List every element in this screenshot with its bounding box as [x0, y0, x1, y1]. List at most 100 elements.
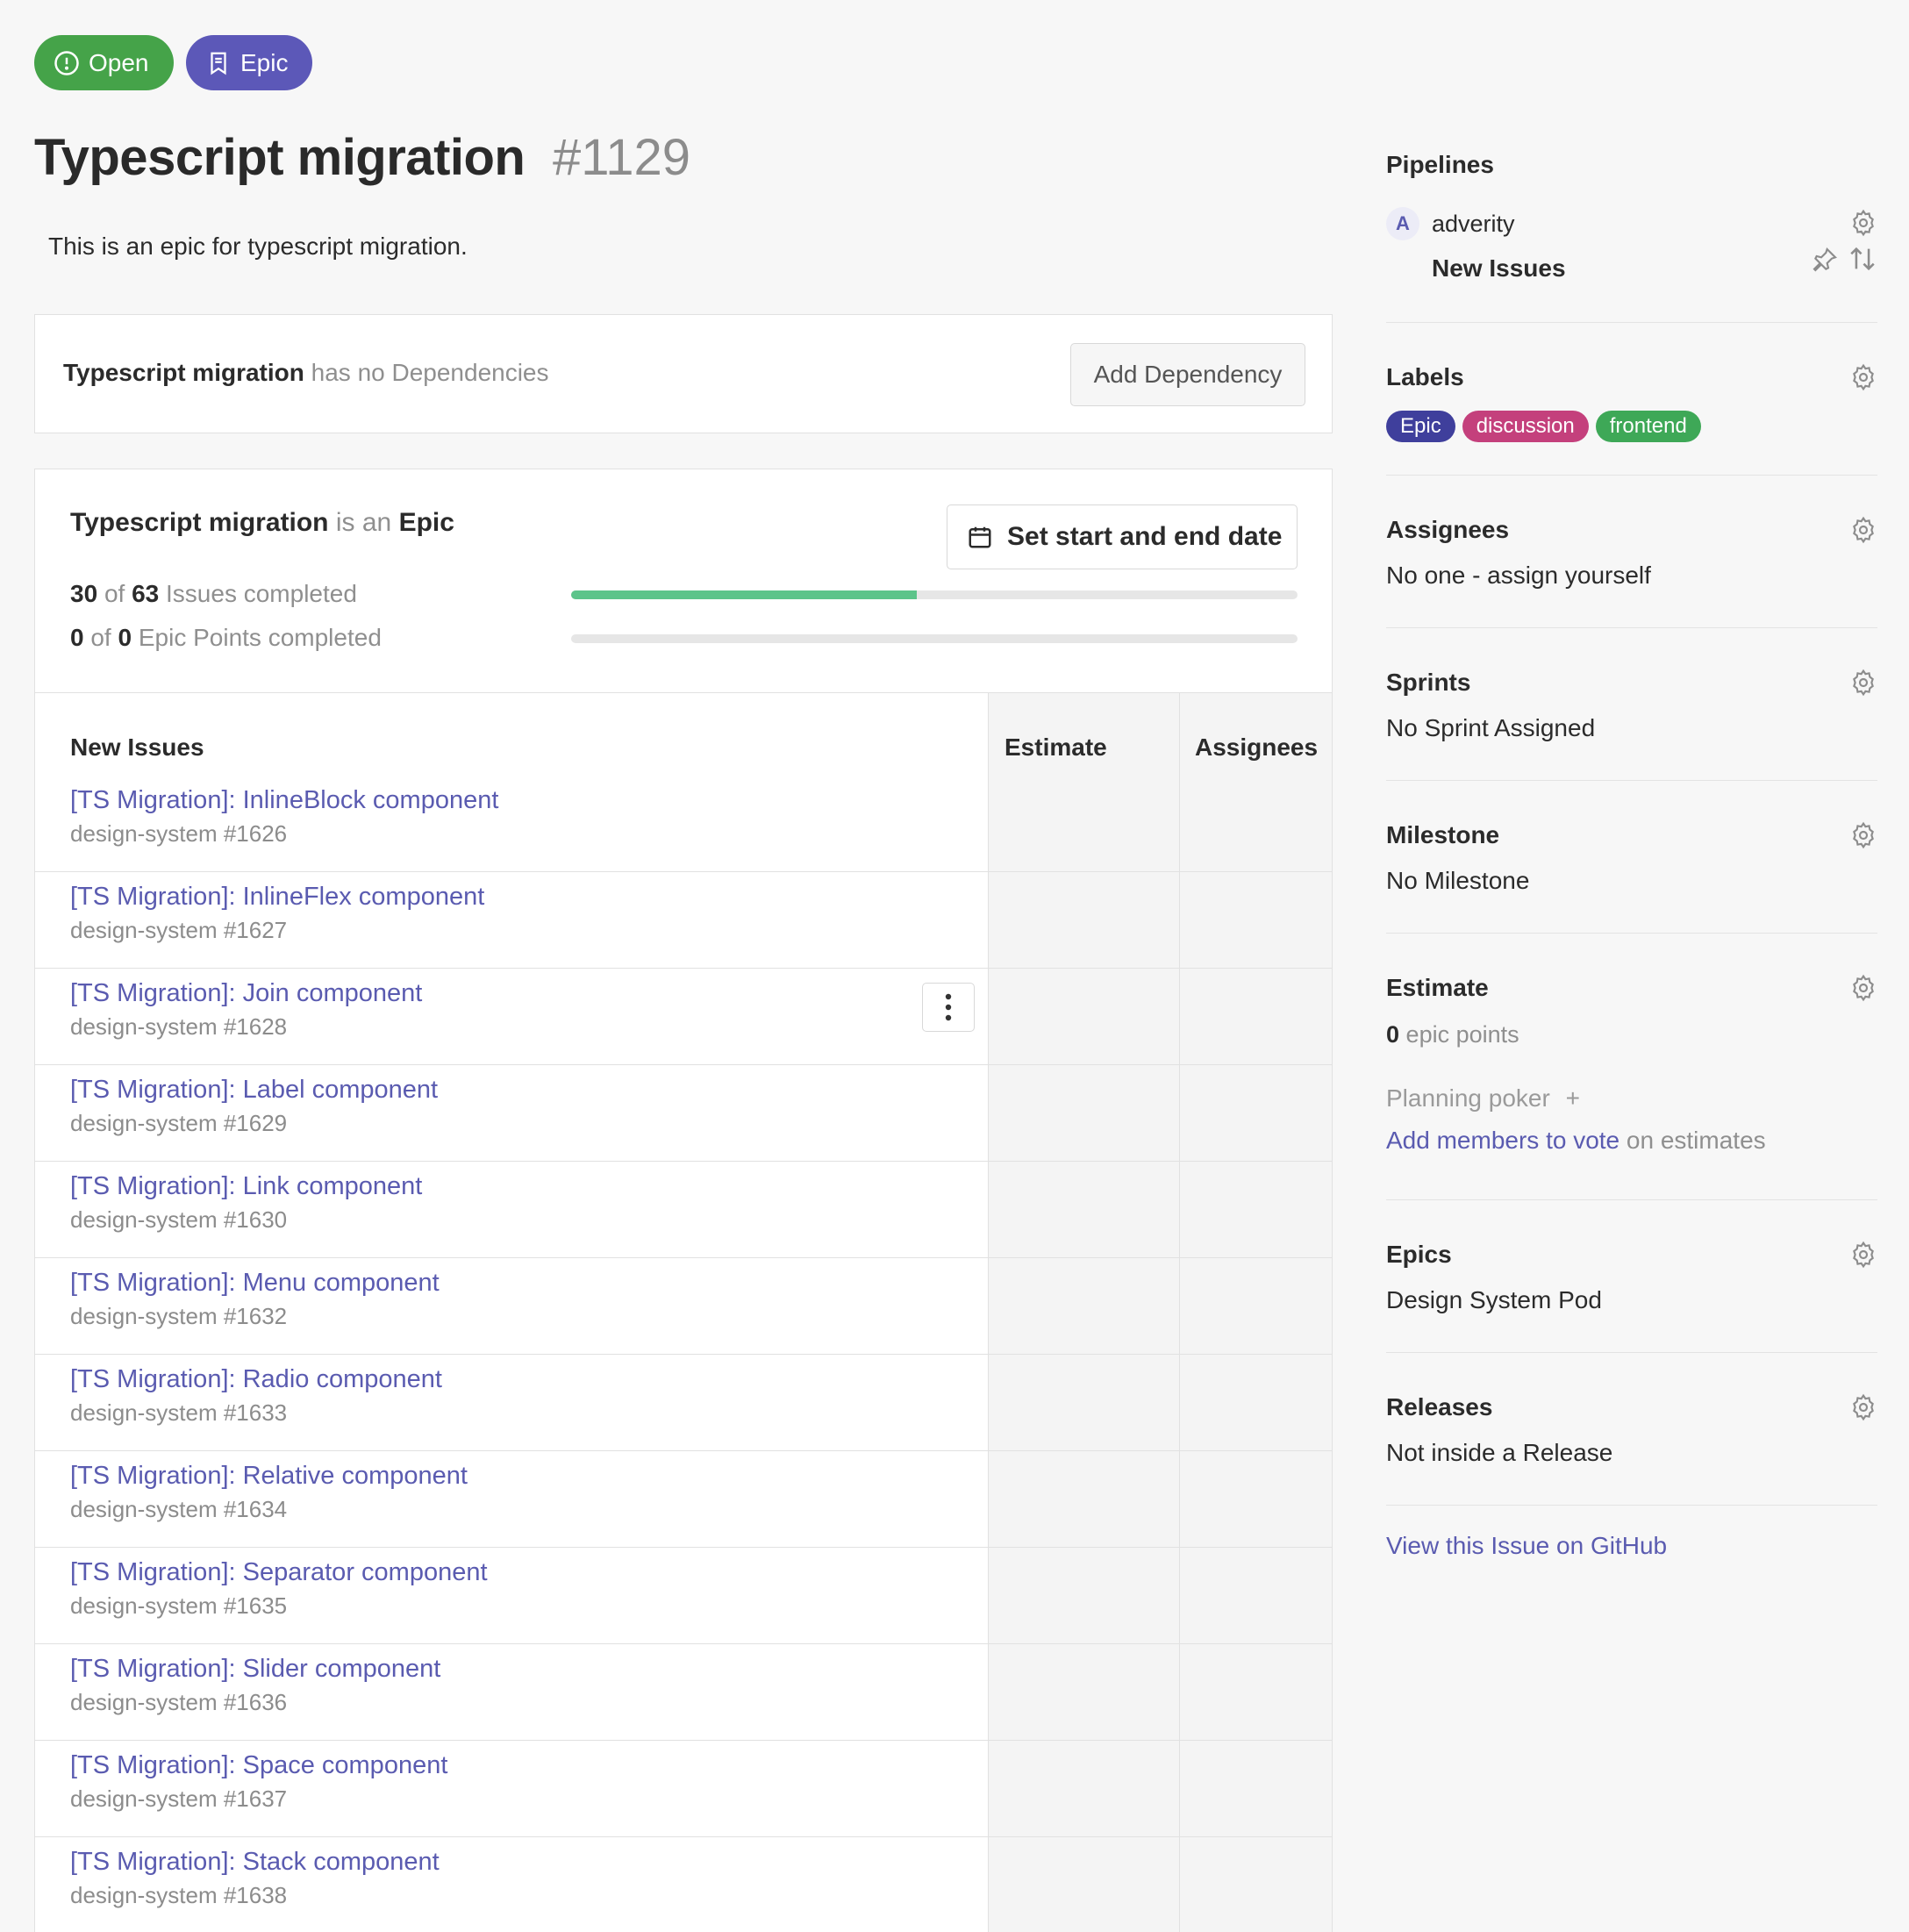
dependencies-text: Typescript migration has no Dependencies — [63, 359, 549, 387]
pipelines-heading: Pipelines — [1386, 151, 1494, 178]
releases-section: Releases Not inside a Release — [1386, 1353, 1877, 1506]
issue-title-link[interactable]: [TS Migration]: Relative component — [70, 1462, 468, 1491]
label-chip[interactable]: discussion — [1462, 411, 1589, 442]
table-row[interactable]: [TS Migration]: Relative component design… — [35, 1451, 1332, 1548]
estimate-points-suffix: epic points — [1405, 1021, 1519, 1048]
milestone-section: Milestone No Milestone — [1386, 781, 1877, 934]
epic-is-an: is an — [335, 508, 392, 537]
issue-repo-number: design-system #1626 — [70, 820, 288, 847]
vote-suffix: on estimates — [1626, 1127, 1766, 1154]
sidebar: Pipelines A adverity New Issues Labels E… — [1386, 140, 1877, 1576]
pipelines-settings[interactable] — [1849, 209, 1877, 237]
table-row[interactable]: [TS Migration]: Separator component desig… — [35, 1548, 1332, 1644]
dependencies-card: Typescript migration has no Dependencies… — [34, 314, 1333, 433]
issue-title-link[interactable]: [TS Migration]: Space component — [70, 1751, 447, 1780]
gear-icon — [1853, 669, 1874, 697]
issue-title-link[interactable]: [TS Migration]: Join component — [70, 979, 422, 1008]
table-row[interactable]: [TS Migration]: Link component design-sys… — [35, 1162, 1332, 1258]
issues-total: 63 — [132, 580, 160, 607]
issue-repo-number: design-system #1628 — [70, 1013, 288, 1040]
estimate-heading: Estimate — [1386, 974, 1489, 1001]
label-chip[interactable]: frontend — [1595, 411, 1701, 442]
sort-arrows-icon[interactable] — [1848, 244, 1877, 274]
estimate-settings[interactable] — [1849, 974, 1877, 1002]
gear-icon — [1853, 516, 1874, 544]
table-row[interactable]: [TS Migration]: Join component design-sys… — [35, 969, 1332, 1065]
add-members-link[interactable]: Add members to vote — [1386, 1127, 1619, 1154]
sprints-settings[interactable] — [1849, 669, 1877, 697]
type-label: Epic — [240, 48, 289, 76]
issues-suffix: Issues completed — [166, 580, 357, 607]
set-date-button[interactable]: Set start and end date — [947, 504, 1298, 569]
epic-type: Epic — [398, 508, 454, 537]
alert-circle-icon — [54, 50, 79, 75]
table-row[interactable]: [TS Migration]: InlineBlock component des… — [35, 776, 1332, 872]
epics-heading: Epics — [1386, 1241, 1452, 1268]
epic-name: Typescript migration — [70, 508, 329, 537]
releases-heading: Releases — [1386, 1393, 1493, 1420]
assignees-section: Assignees No one - assign yourself — [1386, 476, 1877, 628]
column-header-estimate: Estimate — [1005, 733, 1107, 761]
issue-title-link[interactable]: [TS Migration]: InlineFlex component — [70, 883, 484, 912]
table-row[interactable]: [TS Migration]: Stack component design-sy… — [35, 1837, 1332, 1932]
issues-progress-fill — [571, 590, 918, 599]
labels-settings[interactable] — [1849, 363, 1877, 391]
status-badge-open: Open — [34, 35, 174, 90]
releases-settings[interactable] — [1849, 1393, 1877, 1421]
pipeline-name[interactable]: New Issues — [1432, 254, 1566, 283]
pin-icon[interactable] — [1811, 246, 1839, 274]
add-dependency-button[interactable]: Add Dependency — [1070, 343, 1305, 406]
gear-icon — [1853, 974, 1874, 1002]
assignees-value[interactable]: No one - assign yourself — [1386, 562, 1651, 590]
issue-repo-number: design-system #1634 — [70, 1496, 288, 1522]
status-label: Open — [89, 48, 149, 76]
issues-progress-text: 30 of 63 Issues completed — [70, 580, 357, 608]
label-chip[interactable]: Epic — [1386, 411, 1455, 442]
sprints-heading: Sprints — [1386, 669, 1471, 696]
calendar-icon — [969, 526, 991, 548]
row-menu-button[interactable] — [922, 983, 975, 1032]
of-label: of — [104, 580, 125, 607]
issue-repo-number: design-system #1636 — [70, 1689, 288, 1715]
issues-done: 30 — [70, 580, 98, 607]
table-row[interactable]: [TS Migration]: Menu component design-sys… — [35, 1258, 1332, 1355]
issue-title-link[interactable]: [TS Migration]: Radio component — [70, 1365, 442, 1394]
issue-title-link[interactable]: [TS Migration]: Menu component — [70, 1269, 440, 1298]
column-header-issues: New Issues — [70, 733, 204, 761]
issue-title-link[interactable]: [TS Migration]: Stack component — [70, 1848, 440, 1877]
table-row[interactable]: [TS Migration]: Radio component design-sy… — [35, 1355, 1332, 1451]
gear-icon — [1853, 821, 1874, 849]
issue-title-link[interactable]: [TS Migration]: InlineBlock component — [70, 786, 498, 815]
gear-icon — [1853, 1393, 1874, 1421]
epics-value[interactable]: Design System Pod — [1386, 1286, 1602, 1314]
issue-title-link[interactable]: [TS Migration]: Label component — [70, 1076, 438, 1105]
plus-icon[interactable]: + — [1566, 1084, 1580, 1112]
issue-repo-number: design-system #1633 — [70, 1399, 288, 1426]
sprints-value: No Sprint Assigned — [1386, 714, 1596, 741]
issue-title-link[interactable]: [TS Migration]: Slider component — [70, 1655, 440, 1684]
issue-title-link[interactable]: [TS Migration]: Link component — [70, 1172, 422, 1201]
assignees-heading: Assignees — [1386, 516, 1510, 543]
issue-description: This is an epic for typescript migration… — [48, 233, 468, 260]
issue-title-link[interactable]: [TS Migration]: Separator component — [70, 1558, 488, 1587]
epics-settings[interactable] — [1849, 1241, 1877, 1269]
view-on-github-link[interactable]: View this Issue on GitHub — [1386, 1532, 1667, 1560]
table-row[interactable]: [TS Migration]: InlineFlex component desi… — [35, 872, 1332, 969]
column-header-assignees: Assignees — [1195, 733, 1319, 761]
dependencies-status: has no Dependencies — [311, 359, 549, 386]
gear-icon — [1853, 1241, 1874, 1269]
dependencies-issue-name: Typescript migration — [63, 359, 304, 386]
sprints-section: Sprints No Sprint Assigned — [1386, 628, 1877, 781]
table-row[interactable]: [TS Migration]: Space component design-sy… — [35, 1741, 1332, 1837]
estimate-points-value: 0 — [1386, 1021, 1400, 1048]
of-label: of — [90, 624, 111, 651]
issues-table: New Issues Estimate Assignees [TS Migrat… — [35, 692, 1332, 1932]
table-row[interactable]: [TS Migration]: Slider component design-s… — [35, 1644, 1332, 1741]
assignees-settings[interactable] — [1849, 516, 1877, 544]
table-row[interactable]: [TS Migration]: Label component design-sy… — [35, 1065, 1332, 1162]
epic-card: Typescript migration is an Epic Set star… — [34, 469, 1333, 1932]
milestone-settings[interactable] — [1849, 821, 1877, 849]
epic-icon — [211, 52, 226, 75]
issue-repo-number: design-system #1627 — [70, 917, 288, 943]
planning-poker[interactable]: Planning poker + — [1386, 1084, 1580, 1113]
